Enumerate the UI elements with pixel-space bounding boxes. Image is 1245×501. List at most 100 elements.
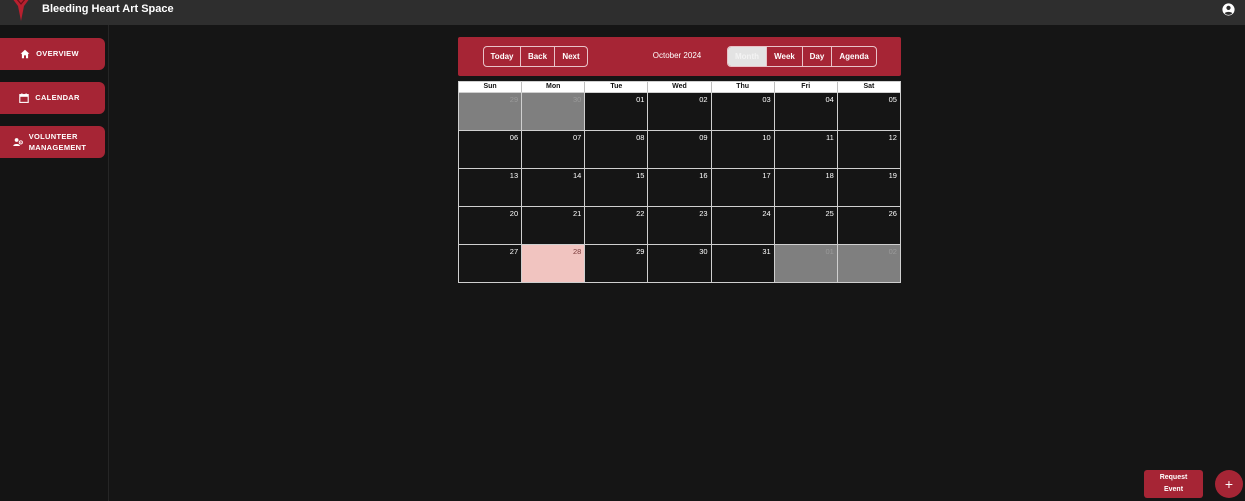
plus-icon: + [1224, 476, 1234, 492]
day-number: 29 [509, 95, 519, 104]
request-event-button[interactable]: Request Event [1144, 470, 1203, 498]
home-icon [20, 49, 30, 59]
day-number: 06 [509, 133, 519, 142]
day-cell[interactable]: 22 [585, 207, 649, 244]
day-cell[interactable]: 31 [712, 245, 775, 282]
day-cell[interactable]: 14 [522, 169, 586, 206]
week-row: 06 07 08 09 10 11 12 [459, 130, 900, 168]
day-cell[interactable]: 21 [522, 207, 586, 244]
day-number: 13 [509, 171, 519, 180]
day-cell[interactable]: 15 [585, 169, 649, 206]
sidebar-item-volunteer-management[interactable]: VOLUNTEER MANAGEMENT [0, 126, 105, 158]
month-view-button[interactable]: Month [728, 47, 767, 66]
day-cell[interactable]: 06 [459, 131, 523, 168]
day-view-button[interactable]: Day [803, 47, 832, 66]
today-button[interactable]: Today [484, 47, 521, 66]
day-cell[interactable]: 03 [712, 93, 775, 130]
day-cell-next-month[interactable]: 02 [837, 245, 900, 282]
day-number: 23 [699, 209, 708, 218]
day-cell[interactable]: 18 [775, 169, 838, 206]
week-view-button[interactable]: Week [767, 47, 803, 66]
day-cell[interactable]: 16 [648, 169, 712, 206]
day-cell[interactable]: 10 [712, 131, 775, 168]
day-number: 14 [572, 171, 582, 180]
day-cell-today[interactable]: 28 [522, 245, 586, 282]
day-number: 16 [699, 171, 708, 180]
bleeding-heart-logo-icon[interactable] [8, 0, 34, 22]
weekday-header-row: Sun Mon Tue Wed Thu Fri Sat [459, 82, 900, 92]
current-month-label: October 2024 [652, 51, 702, 60]
agenda-view-button[interactable]: Agenda [832, 47, 876, 66]
day-number: 05 [888, 95, 897, 104]
day-number: 08 [636, 133, 645, 142]
back-button[interactable]: Back [521, 47, 555, 66]
sidebar-item-calendar[interactable]: CALENDAR [0, 82, 105, 114]
weekday-header: Mon [522, 82, 586, 92]
day-cell[interactable]: 12 [838, 131, 900, 168]
day-cell[interactable]: 04 [775, 93, 838, 130]
day-number: 17 [762, 171, 771, 180]
weekday-header: Sat [863, 83, 875, 90]
next-button[interactable]: Next [555, 47, 587, 66]
day-number: 01 [825, 247, 834, 256]
day-cell[interactable]: 29 [585, 245, 649, 282]
day-number: 11 [826, 133, 834, 142]
day-cell[interactable]: 17 [712, 169, 775, 206]
day-number: 28 [572, 247, 582, 256]
sidebar-item-label: CALENDAR [35, 93, 80, 103]
day-cell[interactable]: 11 [775, 131, 838, 168]
day-cell[interactable]: 07 [522, 131, 586, 168]
weekday-header: Tue [585, 82, 649, 92]
day-cell[interactable]: 27 [459, 245, 523, 282]
sidebar: OVERVIEW CALENDAR VOLUNTEER MANAGEMENT [0, 25, 109, 501]
sidebar-item-overview[interactable]: OVERVIEW [0, 38, 105, 70]
weekday-header: Sun [459, 82, 523, 92]
account-icon[interactable] [1222, 3, 1235, 16]
calendar-toolbar: Today Back Next October 2024 Month Week … [458, 37, 901, 76]
day-cell-previous-month[interactable]: 30 [522, 93, 586, 130]
day-number: 03 [762, 95, 771, 104]
day-number: 04 [825, 95, 834, 104]
sidebar-item-label-line1: VOLUNTEER [28, 131, 78, 141]
day-number: 27 [509, 247, 519, 256]
month-view: Sun Mon Tue Wed Thu Fri Sat 29 30 01 02 … [458, 81, 901, 283]
day-cell[interactable]: 09 [648, 131, 712, 168]
day-number: 31 [762, 247, 771, 256]
view-button-group: Month Week Day Agenda [727, 46, 877, 67]
week-row: 27 28 29 30 31 01 02 [459, 244, 900, 282]
day-cell[interactable]: 08 [585, 131, 649, 168]
day-cell[interactable]: 13 [459, 169, 523, 206]
calendar-icon [19, 93, 29, 103]
day-cell[interactable]: 24 [712, 207, 775, 244]
day-number: 30 [699, 247, 708, 256]
day-cell[interactable]: 05 [838, 93, 900, 130]
day-number: 21 [572, 209, 582, 218]
day-cell[interactable]: 25 [775, 207, 838, 244]
day-number: 18 [825, 171, 834, 180]
top-bar: Bleeding Heart Art Space [0, 0, 1245, 25]
day-cell[interactable]: 02 [648, 93, 712, 130]
day-cell[interactable]: 26 [838, 207, 900, 244]
sidebar-item-label: VOLUNTEER MANAGEMENT [29, 131, 87, 154]
volunteer-icon [13, 138, 23, 146]
day-number: 02 [699, 95, 708, 104]
request-event-label-line1: Request [1159, 474, 1188, 481]
day-cell[interactable]: 30 [648, 245, 712, 282]
week-row: 13 14 15 16 17 18 19 [459, 168, 900, 206]
day-cell[interactable]: 20 [459, 207, 523, 244]
day-number: 22 [636, 209, 645, 218]
navigation-button-group: Today Back Next [483, 46, 588, 67]
day-number: 20 [509, 209, 519, 218]
day-cell[interactable]: 23 [648, 207, 712, 244]
day-cell-next-month[interactable]: 01 [774, 245, 838, 282]
day-number: 07 [572, 133, 582, 142]
day-cell[interactable]: 01 [585, 93, 649, 130]
day-number: 02 [888, 247, 897, 256]
week-row: 20 21 22 23 24 25 26 [459, 206, 900, 244]
day-cell-previous-month[interactable]: 29 [459, 93, 523, 130]
day-cell[interactable]: 19 [838, 169, 900, 206]
add-event-button[interactable]: + [1215, 470, 1243, 498]
day-number: 19 [888, 171, 897, 180]
day-number: 29 [636, 247, 645, 256]
week-row: 29 30 01 02 03 04 05 [459, 92, 900, 130]
